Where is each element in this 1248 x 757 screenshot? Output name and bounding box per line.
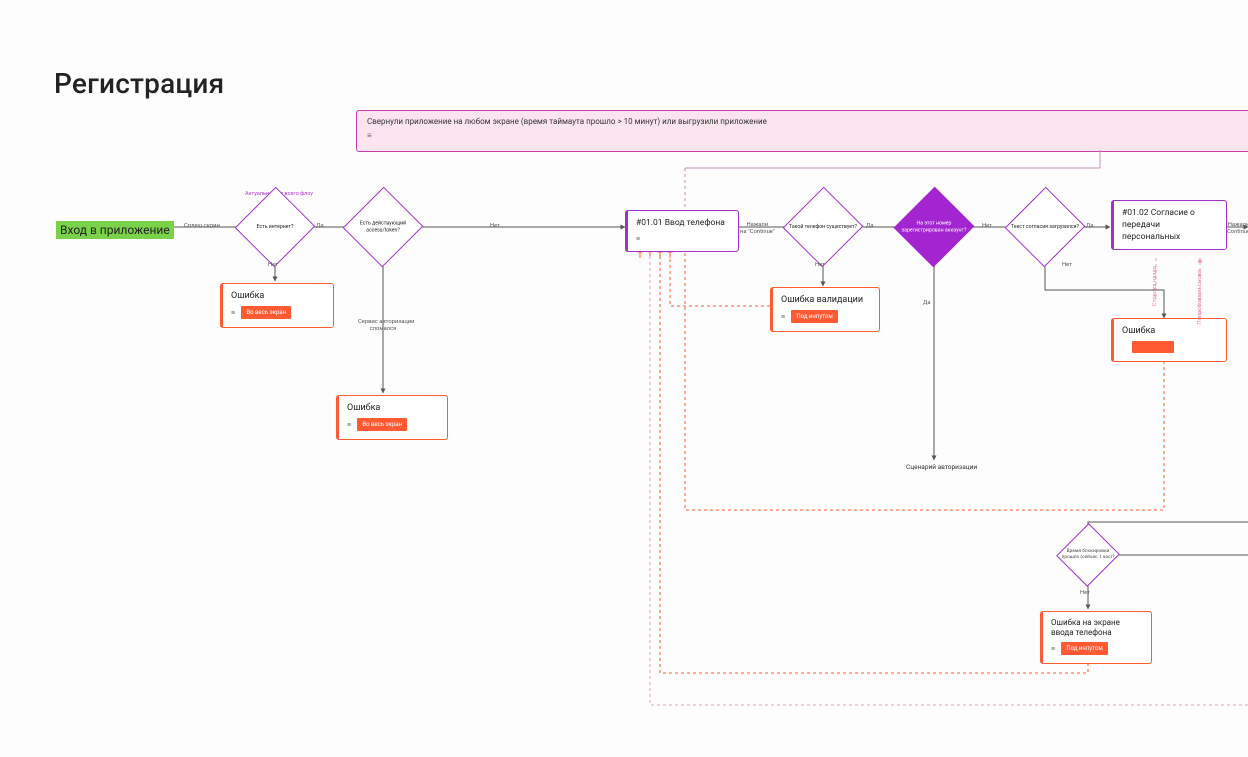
entry-label: Вход в приложение [56, 221, 174, 239]
error-auth-broken[interactable]: Ошибка ≡ Во весь экран [336, 395, 448, 440]
error-validation[interactable]: Ошибка валидации ≡ Под инпутом [770, 287, 880, 332]
decision-account-registered-text: На этот номер зарегистрирован аккаунт? [899, 221, 969, 234]
banner-text: Свернули приложение на любом экране (вре… [367, 117, 767, 126]
edge-d1-da: Да [316, 223, 324, 230]
timeout-banner[interactable]: Свернули приложение на любом экране (вре… [356, 110, 1248, 152]
edge-label-splash: Сплеш скрин [184, 223, 220, 230]
decision-phone-exists-text: Такой телефон существует? [788, 224, 858, 231]
decision-internet[interactable]: Есть интернет? [247, 199, 303, 255]
edge-d5-net: Нет [1062, 262, 1072, 269]
decision-consent-loaded-text: Текст согласия загрузился? [1010, 224, 1080, 231]
edge-back-arrow: Стрелка назад [1152, 266, 1159, 306]
note-icon: ≡ [231, 307, 235, 319]
error-tag: Под инпутом [791, 310, 837, 323]
entry-node[interactable]: Вход в приложение [56, 219, 174, 239]
note-icon: ≡ [636, 233, 640, 245]
screen-title: #01.02 Согласие о передачи персональных [1122, 207, 1218, 243]
edge-d2-net: Нет [490, 223, 500, 230]
note-icon: ≡ [1051, 643, 1055, 655]
note-icon: ≡ [367, 131, 372, 141]
error-tag: Под инпутом [1061, 642, 1107, 655]
error-title: Ошибка [1122, 325, 1218, 337]
screen-phone-input[interactable]: #01.01 Ввод телефона ≡ [625, 210, 739, 252]
edge-continue-1: Нажали на "Continue" [740, 222, 775, 236]
edge-d4-da: Да [923, 300, 931, 307]
decision-phone-exists[interactable]: Такой телефон существует? [795, 199, 851, 255]
decision-block-timeout-text: Время блокировки прошло (сейчас 1 час)? [1058, 549, 1118, 561]
error-title: Ошибка [347, 402, 439, 414]
error-tag [1132, 341, 1174, 353]
edge-retry: Попробовали снова [1197, 270, 1204, 325]
error-consent-load[interactable]: Ошибка [1111, 318, 1227, 362]
decision-account-registered[interactable]: На этот номер зарегистрирован аккаунт? [906, 199, 962, 255]
page-title: Регистрация [54, 67, 224, 100]
edge-continue-2: Нажали Continue [1227, 222, 1248, 236]
error-title: Ошибка валидации [781, 294, 871, 306]
error-tag: Во весь экран [357, 418, 407, 431]
decision-block-timeout[interactable]: Время блокировки прошло (сейчас 1 час)? [1066, 533, 1110, 577]
edge-d5-da: Да [1086, 223, 1094, 230]
screen-title: #01.01 Ввод телефона [636, 217, 730, 229]
error-tag: Во весь экран [241, 306, 291, 319]
edge-d3-da: Да [866, 223, 874, 230]
note-icon: ≡ [781, 311, 785, 323]
diagram-canvas[interactable]: Регистрация Свернули приложение на любом… [0, 0, 1248, 757]
flow-auth-scenario: Сценарий авторизации [906, 463, 977, 471]
edge-d3-net: Нет [815, 262, 825, 269]
edge-auth-broken: Сервис авторизации сломался [358, 319, 408, 333]
error-phone-screen[interactable]: Ошибка на экране ввода телефона ≡ Под ин… [1040, 611, 1152, 664]
edge-d6-net: Нет [1080, 590, 1090, 597]
note-icon: ≡ [347, 419, 351, 431]
error-no-internet[interactable]: Ошибка ≡ Во весь экран [220, 283, 334, 328]
edge-d1-net: Нет [268, 262, 278, 269]
decision-consent-loaded[interactable]: Текст согласия загрузился? [1017, 199, 1073, 255]
edge-d4-net: Нет [982, 223, 992, 230]
decision-internet-text: Есть интернет? [240, 224, 310, 231]
error-title: Ошибка на экране ввода телефона [1051, 618, 1143, 638]
error-title: Ошибка [231, 290, 325, 302]
screen-consent[interactable]: #01.02 Согласие о передачи персональных [1111, 200, 1227, 250]
decision-token[interactable]: Есть действующий access/token? [355, 199, 411, 255]
decision-token-text: Есть действующий access/token? [348, 221, 418, 234]
